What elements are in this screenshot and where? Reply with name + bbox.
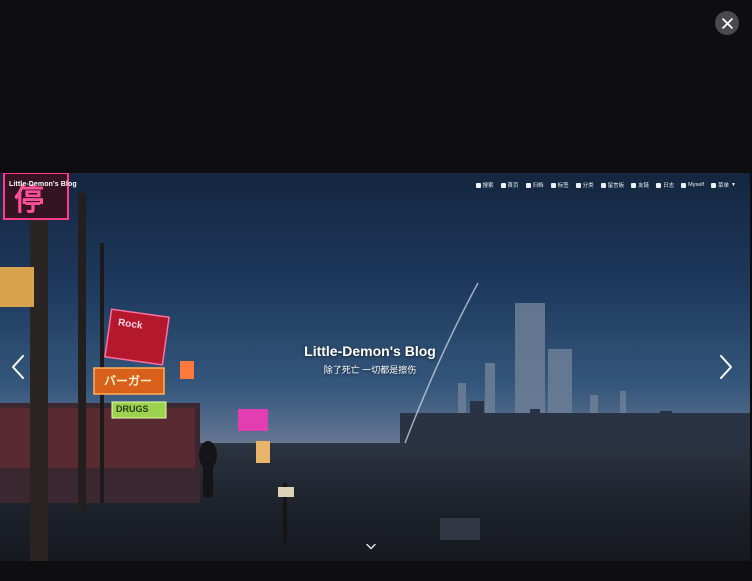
chevron-left-icon (12, 355, 24, 379)
archive-icon (525, 182, 531, 188)
nav-item-label: Myself (688, 182, 705, 188)
nav-item-categories[interactable]: 分类 (575, 181, 594, 189)
nav-item-label: 友链 (638, 183, 650, 189)
home-icon (500, 182, 506, 188)
nav-item-label: 归档 (532, 183, 544, 189)
blog-brand[interactable]: Little-Demon's Blog (9, 181, 77, 188)
list-icon (711, 182, 717, 188)
blog-header: Little-Demon's Blog 搜索 首页 归档 标签 分类 留言板 友… (0, 173, 750, 199)
chevron-right-icon (720, 355, 732, 379)
nav-item-tags[interactable]: 标签 (550, 181, 569, 189)
hero-subtitle: 除了死亡 一切都是擦伤 (323, 365, 417, 375)
close-button[interactable] (715, 11, 739, 35)
close-icon (721, 17, 733, 29)
neon-sign-burger: バーガー (104, 374, 153, 388)
nav-item-label: 标签 (557, 183, 569, 189)
nav-item-friends[interactable]: 友链 (631, 181, 649, 189)
nav-item-label: 日志 (663, 183, 675, 189)
chevron-down-icon: ▼ (731, 182, 736, 188)
nav-item-log[interactable]: 日志 (656, 181, 674, 189)
neon-sign-drugs: DRUGS (116, 404, 149, 414)
hero: Little-Demon's Blog 除了死亡 一切都是擦伤 (250, 343, 490, 376)
link-icon (631, 182, 637, 188)
scroll-down-icon[interactable] (366, 543, 376, 551)
tag-icon (550, 182, 556, 188)
nav-item-label: 菜单 (718, 183, 730, 189)
nav-item-home[interactable]: 首页 (500, 181, 519, 189)
folder-icon (575, 182, 581, 188)
nav-item-menu[interactable]: 菜单 ▼ (711, 181, 736, 189)
hero-title: Little-Demon's Blog (304, 343, 436, 359)
blog-nav-menu: 搜索 首页 归档 标签 分类 留言板 友链 日志 Myself 菜单 ▼ (475, 181, 736, 189)
previous-image-button[interactable] (8, 353, 28, 381)
lightbox-image: 停 Rock バーガー DRUGS Little-Demon's Blog 搜索… (0, 173, 750, 561)
nav-item-label: 搜索 (482, 183, 494, 189)
nav-item-myself[interactable]: Myself (681, 181, 704, 189)
next-image-button[interactable] (716, 353, 736, 381)
nav-item-search[interactable]: 搜索 (475, 181, 494, 189)
bell-icon (656, 182, 662, 188)
nav-item-guestbook[interactable]: 留言板 (600, 181, 625, 189)
nav-item-label: 分类 (582, 183, 594, 189)
nav-item-label: 留言板 (607, 183, 625, 189)
search-icon (475, 182, 481, 188)
card-icon (681, 182, 687, 188)
nav-item-label: 首页 (507, 183, 519, 189)
image-lightbox: 停 Rock バーガー DRUGS Little-Demon's Blog 搜索… (0, 0, 752, 581)
send-icon (600, 182, 606, 188)
nav-item-archive[interactable]: 归档 (525, 181, 544, 189)
